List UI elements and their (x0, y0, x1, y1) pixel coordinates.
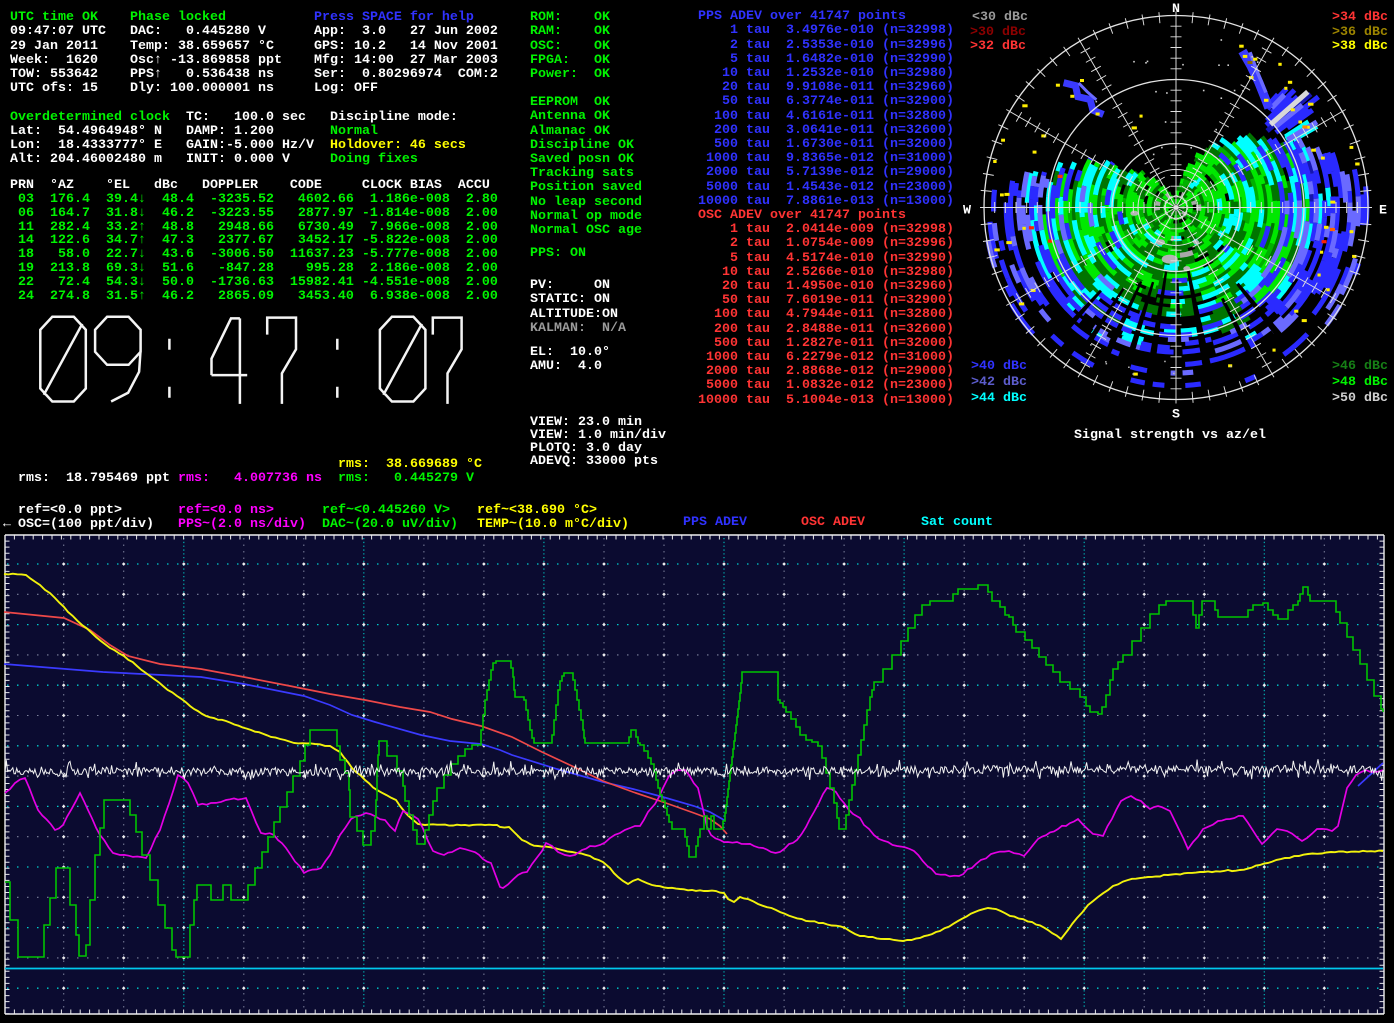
svg-text:E: E (1379, 204, 1387, 219)
svg-text:S: S (1172, 408, 1180, 423)
svg-text:N: N (1172, 2, 1180, 17)
svg-text:W: W (963, 204, 971, 219)
